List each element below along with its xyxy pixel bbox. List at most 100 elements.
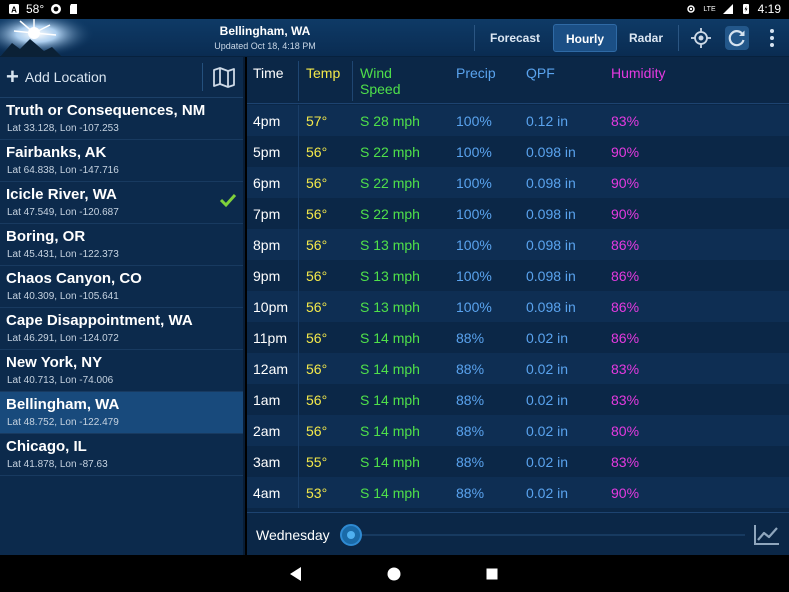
cell-wind-speed: S 14 mph xyxy=(360,330,420,346)
map-icon[interactable] xyxy=(212,65,236,89)
cell-time: 3am xyxy=(253,454,281,470)
table-row: 6pm 56° S 22 mph 100% 0.098 in 90% xyxy=(247,167,789,198)
network-type: LTE xyxy=(703,5,716,13)
cell-humidity: 90% xyxy=(611,144,640,160)
circle-notification-icon xyxy=(51,4,62,14)
column-divider xyxy=(298,477,299,508)
locate-icon[interactable] xyxy=(690,27,712,49)
location-item[interactable]: Cape Disappointment, WA Lat 46.291, Lon -… xyxy=(0,308,243,350)
divider xyxy=(202,63,203,91)
cell-qpf: 0.098 in xyxy=(526,144,576,160)
location-coordinates: Lat 46.291, Lon -124.072 xyxy=(7,333,119,344)
cell-humidity: 80% xyxy=(611,423,640,439)
cell-precip: 100% xyxy=(456,268,492,284)
app-notification-icon: A xyxy=(9,4,19,15)
column-header-time: Time xyxy=(253,65,284,81)
system-navigation-bar xyxy=(0,555,789,592)
column-divider xyxy=(298,198,299,229)
status-bar: A 58° LTE 4:19 xyxy=(0,0,789,19)
location-coordinates: Lat 33.128, Lon -107.253 xyxy=(7,123,119,134)
cell-wind-speed: S 14 mph xyxy=(360,423,420,439)
column-divider xyxy=(298,446,299,477)
table-header: Time Temp Wind Speed Precip QPF Humidity xyxy=(247,57,789,104)
cell-time: 4pm xyxy=(253,113,281,129)
location-coordinates: Lat 48.752, Lon -122.479 xyxy=(7,417,119,428)
cell-precip: 100% xyxy=(456,175,492,191)
cell-qpf: 0.02 in xyxy=(526,454,569,470)
location-item[interactable]: Chaos Canyon, CO Lat 40.309, Lon -105.641 xyxy=(0,266,243,308)
add-location-button[interactable]: + Add Location xyxy=(6,65,107,89)
cell-wind-speed: S 28 mph xyxy=(360,113,420,129)
location-name: New York, NY xyxy=(6,354,103,371)
overflow-menu-icon[interactable] xyxy=(764,27,780,49)
cell-wind-speed: S 22 mph xyxy=(360,144,420,160)
day-slider-thumb[interactable] xyxy=(340,524,362,546)
cell-qpf: 0.02 in xyxy=(526,330,569,346)
cell-time: 9pm xyxy=(253,268,281,284)
location-name: Truth or Consequences, NM xyxy=(6,102,206,119)
location-status-icon xyxy=(687,5,696,13)
cell-temp: 56° xyxy=(306,423,328,439)
cell-humidity: 86% xyxy=(611,299,640,315)
cell-humidity: 90% xyxy=(611,175,640,191)
location-item[interactable]: New York, NY Lat 40.713, Lon -74.006 xyxy=(0,350,243,392)
tab-forecast[interactable]: Forecast xyxy=(483,24,547,52)
recents-icon[interactable] xyxy=(482,564,502,584)
location-item[interactable]: Truth or Consequences, NM Lat 33.128, Lon… xyxy=(0,98,243,140)
cell-wind-speed: S 14 mph xyxy=(360,454,420,470)
cell-qpf: 0.12 in xyxy=(526,113,569,129)
cell-humidity: 86% xyxy=(611,330,640,346)
app-screen: A 58° LTE 4:19 Bellingham, WA Updated Oc… xyxy=(0,0,789,592)
header-divider xyxy=(474,25,475,51)
location-name: Fairbanks, AK xyxy=(6,144,107,161)
cell-wind-speed: S 22 mph xyxy=(360,175,420,191)
column-header-wind-speed: Wind Speed xyxy=(360,65,400,97)
cell-qpf: 0.02 in xyxy=(526,361,569,377)
header-location-title: Bellingham, WA xyxy=(219,24,311,38)
location-item[interactable]: Boring, OR Lat 45.431, Lon -122.373 xyxy=(0,224,243,266)
location-item[interactable]: Icicle River, WA Lat 47.549, Lon -120.687 xyxy=(0,182,243,224)
back-icon[interactable] xyxy=(286,564,306,584)
column-header-precip: Precip xyxy=(456,65,496,81)
cell-time: 7pm xyxy=(253,206,281,222)
cell-humidity: 86% xyxy=(611,268,640,284)
tab-radar[interactable]: Radar xyxy=(622,24,670,52)
cell-precip: 88% xyxy=(456,423,485,439)
cell-temp: 56° xyxy=(306,144,328,160)
refresh-icon[interactable] xyxy=(725,26,749,50)
cell-qpf: 0.098 in xyxy=(526,268,576,284)
tab-hourly[interactable]: Hourly xyxy=(553,24,617,52)
cell-precip: 100% xyxy=(456,113,492,129)
plus-icon: + xyxy=(6,64,19,89)
cell-temp: 56° xyxy=(306,361,328,377)
home-icon[interactable] xyxy=(384,564,404,584)
location-item[interactable]: Chicago, IL Lat 41.878, Lon -87.63 xyxy=(0,434,243,476)
column-divider xyxy=(298,353,299,384)
location-name: Icicle River, WA xyxy=(6,186,117,203)
cell-temp: 57° xyxy=(306,113,328,129)
location-name: Chicago, IL xyxy=(6,438,87,455)
cell-temp: 56° xyxy=(306,206,328,222)
graph-icon[interactable] xyxy=(752,522,782,548)
day-slider-track[interactable] xyxy=(351,534,745,536)
location-item[interactable]: Bellingham, WA Lat 48.752, Lon -122.479 xyxy=(0,392,243,434)
day-label: Wednesday xyxy=(256,527,330,543)
column-divider xyxy=(298,291,299,322)
table-row: 4am 53° S 14 mph 88% 0.02 in 90% xyxy=(247,477,789,508)
status-time: 4:19 xyxy=(757,2,781,16)
column-divider xyxy=(298,229,299,260)
cell-qpf: 0.098 in xyxy=(526,206,576,222)
cell-time: 4am xyxy=(253,485,281,501)
cell-temp: 56° xyxy=(306,330,328,346)
cell-time: 11pm xyxy=(253,330,287,346)
header-updated-time: Updated Oct 18, 4:18 PM xyxy=(214,41,316,51)
cell-wind-speed: S 22 mph xyxy=(360,206,420,222)
location-coordinates: Lat 45.431, Lon -122.373 xyxy=(7,249,119,260)
location-item[interactable]: Fairbanks, AK Lat 64.838, Lon -147.716 xyxy=(0,140,243,182)
table-row: 1am 56° S 14 mph 88% 0.02 in 83% xyxy=(247,384,789,415)
cell-precip: 88% xyxy=(456,485,485,501)
location-name: Chaos Canyon, CO xyxy=(6,270,142,287)
cell-temp: 56° xyxy=(306,299,328,315)
cell-qpf: 0.098 in xyxy=(526,237,576,253)
cell-wind-speed: S 14 mph xyxy=(360,485,420,501)
